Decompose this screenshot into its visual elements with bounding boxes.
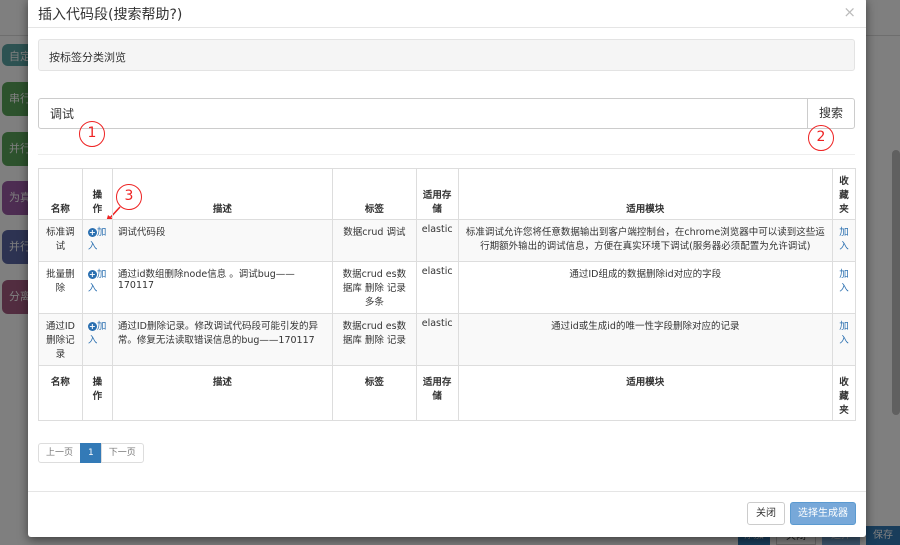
header-description: 描述 xyxy=(111,168,333,220)
footer-header-action: 操作 xyxy=(81,365,113,421)
cell-module: 通过id或生成id的唯一性字段删除对应的记录 xyxy=(457,313,833,366)
modal-header: 插入代码段(搜索帮助?) × xyxy=(28,0,866,28)
header-favorite: 收藏夹 xyxy=(831,168,857,220)
cell-description: 通过ID删除记录。修改调试代码段可能引发的异常。修复无法读取错误信息的bug——… xyxy=(111,313,333,366)
add-favorite-link[interactable]: 加入 xyxy=(831,219,857,262)
annotation-1: 1 xyxy=(79,121,105,147)
footer-header-module: 适用模块 xyxy=(457,365,833,421)
cell-storage: elastic xyxy=(415,261,459,314)
plus-circle-icon: + xyxy=(87,322,97,331)
table-row: 批量删除 +加入 通过id数组删除node信息 。调试bug——170117 数… xyxy=(38,261,857,314)
close-icon[interactable]: × xyxy=(843,3,856,21)
table-row: 标准调试 +加入 调试代码段 数据crud 调试 elastic 标准调试允许您… xyxy=(38,219,857,262)
footer-header-name: 名称 xyxy=(38,365,83,421)
cell-name: 标准调试 xyxy=(38,219,83,262)
insert-snippet-modal: 插入代码段(搜索帮助?) × 按标签分类浏览 搜索 1 2 3 名称 操作 描述… xyxy=(28,0,866,537)
header-module: 适用模块 xyxy=(457,168,833,220)
add-favorite-link[interactable]: 加入 xyxy=(831,313,857,366)
cell-description: 调试代码段 xyxy=(111,219,333,262)
modal-title: 插入代码段(搜索帮助?) xyxy=(38,7,183,23)
search-row: 搜索 xyxy=(38,98,855,129)
footer-header-tags: 标签 xyxy=(331,365,417,421)
tag-browse-panel[interactable]: 按标签分类浏览 xyxy=(38,39,855,71)
add-snippet-link[interactable]: +加入 xyxy=(81,261,113,314)
cell-description: 通过id数组删除node信息 。调试bug——170117 xyxy=(111,261,333,314)
footer-header-storage: 适用存储 xyxy=(415,365,459,421)
add-snippet-link[interactable]: +加入 xyxy=(81,219,113,262)
cell-name: 批量删除 xyxy=(38,261,83,314)
plus-circle-icon: + xyxy=(87,270,97,279)
close-button[interactable]: 关闭 xyxy=(747,502,785,525)
next-page-button[interactable]: 下一页 xyxy=(100,443,144,463)
select-generator-button[interactable]: 选择生成器 xyxy=(790,502,856,525)
modal-footer: 关闭 选择生成器 xyxy=(28,491,866,537)
divider xyxy=(38,154,855,155)
table-row: 通过ID删除记录 +加入 通过ID删除记录。修改调试代码段可能引发的异常。修复无… xyxy=(38,313,857,366)
header-storage: 适用存储 xyxy=(415,168,459,220)
prev-page-button[interactable]: 上一页 xyxy=(38,443,82,463)
cell-tags: 数据crud 调试 xyxy=(331,219,417,262)
search-button[interactable]: 搜索 xyxy=(807,98,855,129)
cell-storage: elastic xyxy=(415,313,459,366)
cell-name: 通过ID删除记录 xyxy=(38,313,83,366)
pagination: 上一页 1 下一页 xyxy=(38,443,144,463)
cell-tags: 数据crud es数据库 删除 记录 xyxy=(331,313,417,366)
cell-module: 通过ID组成的数据删除id对应的字段 xyxy=(457,261,833,314)
page-1-button[interactable]: 1 xyxy=(80,443,102,463)
header-name: 名称 xyxy=(38,168,83,220)
search-input[interactable] xyxy=(38,98,808,129)
footer-header-description: 描述 xyxy=(111,365,333,421)
add-snippet-link[interactable]: +加入 xyxy=(81,313,113,366)
header-action: 操作 xyxy=(81,168,113,220)
header-tags: 标签 xyxy=(331,168,417,220)
plus-circle-icon: + xyxy=(87,228,97,237)
annotation-2: 2 xyxy=(808,125,834,151)
cell-tags: 数据crud es数据库 删除 记录 多条 xyxy=(331,261,417,314)
snippet-table: 名称 操作 描述 标签 适用存储 适用模块 收藏夹 标准调试 +加入 调试代码段… xyxy=(38,168,857,421)
add-favorite-link[interactable]: 加入 xyxy=(831,261,857,314)
cell-storage: elastic xyxy=(415,219,459,262)
footer-header-favorite: 收藏夹 xyxy=(831,365,857,421)
cell-module: 标准调试允许您将任意数据输出到客户端控制台，在chrome浏览器中可以读到这些运… xyxy=(457,219,833,262)
